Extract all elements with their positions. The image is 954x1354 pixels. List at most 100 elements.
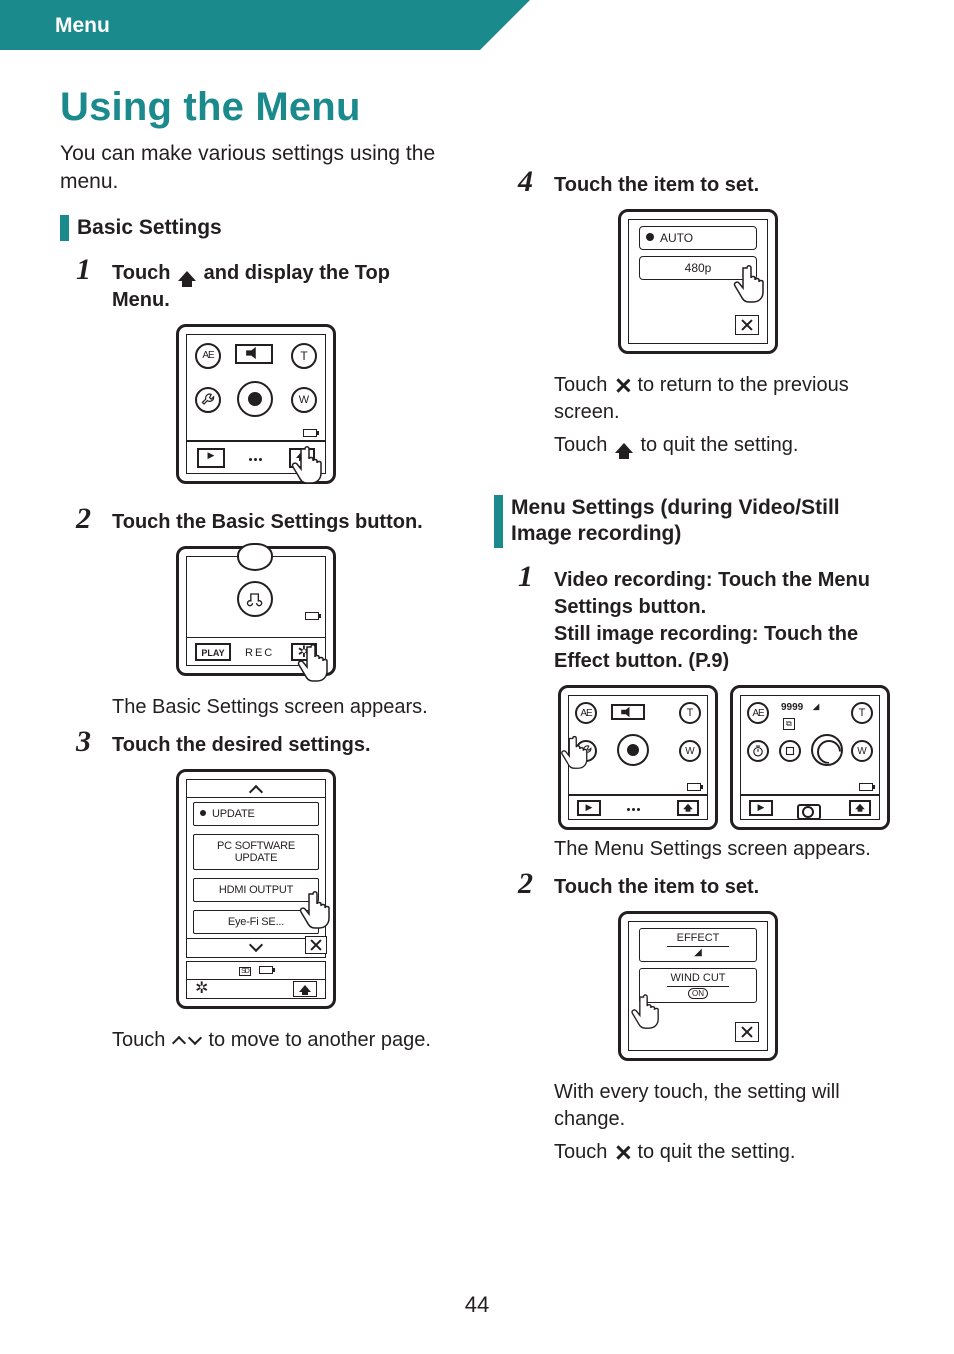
- status-bar: [187, 962, 325, 980]
- ae-icon: AE: [575, 702, 597, 724]
- battery-icon: [303, 429, 317, 437]
- on-badge: ON: [688, 988, 708, 999]
- list-item: Eye-Fi SE...: [193, 910, 319, 934]
- record-ring-icon: [237, 381, 273, 417]
- home-icon: [178, 271, 196, 281]
- close-button: [305, 936, 327, 954]
- close-icon: [615, 1145, 630, 1160]
- camera-icon: [797, 802, 817, 816]
- figure-dual-cam-frames: AE T W AE: [554, 685, 894, 830]
- figure-top-menu: AE T W: [60, 324, 452, 484]
- step4-note2: Touch to quit the setting.: [554, 432, 894, 459]
- section-basic-settings: Basic Settings: [60, 215, 452, 241]
- menu-step2-note1: With every touch, the setting will chang…: [554, 1079, 894, 1133]
- step-number: 1: [76, 253, 98, 287]
- home-bottom-icon: [293, 981, 317, 997]
- step-number: 4: [518, 165, 540, 199]
- step3-note: Touch to move to another page.: [112, 1027, 452, 1054]
- ae-icon: AE: [195, 343, 221, 369]
- home-icon: [615, 443, 633, 453]
- dots-icon: [249, 458, 262, 461]
- battery-icon: [259, 966, 273, 974]
- page-number: 44: [0, 1292, 954, 1318]
- dots-icon: [627, 808, 640, 811]
- list-item: UPDATE: [193, 802, 319, 826]
- video-frame: AE T W: [558, 685, 718, 830]
- record-ring-icon: [617, 734, 649, 766]
- header-tab: Menu: [0, 0, 480, 50]
- page-title: Using the Menu: [60, 85, 452, 130]
- chevron-up-icon: [172, 1033, 186, 1047]
- step-text: Touch the desired settings.: [112, 732, 452, 759]
- basic-step-3: 3 Touch the desired settings.: [76, 725, 452, 759]
- wrench-icon: [575, 740, 597, 762]
- section-menu-settings: Menu Settings (during Video/Still Image …: [494, 495, 894, 548]
- header-title: Menu: [55, 14, 110, 37]
- step-text: Touch the Basic Settings button.: [112, 509, 452, 536]
- step-text-prefix: Touch: [112, 262, 176, 284]
- ae-icon: AE: [747, 702, 769, 724]
- zoom-w-icon: W: [851, 740, 873, 762]
- speaker-icon: [235, 344, 273, 364]
- camera-ring-icon: [237, 543, 273, 571]
- zoom-t-icon: T: [679, 702, 701, 724]
- home-bottom-icon: [677, 800, 699, 816]
- close-button: [735, 1022, 759, 1042]
- play-button: PLAY: [195, 643, 231, 661]
- close-icon: [615, 378, 630, 393]
- scroll-up-button: [187, 780, 325, 799]
- list-item: AUTO: [639, 226, 757, 250]
- home-bottom-icon: [849, 800, 871, 816]
- step4-note1: Touch to return to the previous screen.: [554, 372, 894, 426]
- gear-icon: [195, 980, 208, 998]
- menu-step-2: 2 Touch the item to set.: [518, 867, 894, 901]
- step-text: Touch the item to set.: [554, 874, 894, 901]
- step-number: 2: [518, 867, 540, 901]
- intro-text: You can make various settings using the …: [60, 140, 452, 197]
- speaker-icon: [611, 704, 645, 720]
- still-frame: AE 9999 ◢ T ⧉ W: [730, 685, 890, 830]
- figure-settings-list: UPDATE PC SOFTWARE UPDATE HDMI OUTPUT Ey…: [60, 769, 452, 1009]
- step-number: 3: [76, 725, 98, 759]
- battery-icon: [859, 783, 873, 791]
- step-number: 1: [518, 560, 540, 594]
- list-item: WIND CUT ON: [639, 968, 757, 1003]
- basic-step-2: 2 Touch the Basic Settings button.: [76, 502, 452, 536]
- list-item: HDMI OUTPUT: [193, 878, 319, 902]
- basic-step-1: 1 Touch and display the Top Menu.: [76, 253, 452, 314]
- close-button: [735, 315, 759, 335]
- effect-icon: [779, 740, 801, 762]
- rec-label: REC: [245, 647, 274, 659]
- timer-icon: [747, 740, 769, 762]
- sd-icon: ◢: [813, 702, 819, 711]
- step-number: 2: [76, 502, 98, 536]
- basic-step-4: 4 Touch the item to set.: [518, 165, 894, 199]
- home-bottom-icon: [289, 448, 315, 468]
- list-item: PC SOFTWARE UPDATE: [193, 834, 319, 870]
- zoom-w-icon: W: [679, 740, 701, 762]
- sd-icon: [239, 965, 251, 976]
- zoom-t-icon: T: [851, 702, 873, 724]
- playback-bottom-icon: [197, 448, 225, 468]
- menu-step1-note: The Menu Settings screen appears.: [554, 836, 894, 863]
- chevron-down-icon: [188, 1033, 202, 1047]
- menu-step-1: 1 Video recording: Touch the Menu Settin…: [518, 560, 894, 675]
- figure-basic-settings-button: PLAY REC: [60, 546, 452, 676]
- battery-icon: [305, 612, 319, 620]
- battery-icon: [687, 783, 701, 791]
- figure-item-set: AUTO 480p: [502, 209, 894, 354]
- gear-button: [291, 643, 317, 661]
- playback-bottom-icon: [749, 800, 773, 816]
- wrench-icon: [195, 387, 221, 413]
- zoom-w-icon: W: [291, 387, 317, 413]
- step-text: Video recording: Touch the Menu Settings…: [554, 567, 894, 675]
- counter-9999: 9999: [781, 702, 803, 713]
- figure-effect-list: EFFECT ◢ WIND CUT ON: [502, 911, 894, 1061]
- music-icon: [237, 581, 273, 617]
- shutter-icon: [811, 734, 843, 766]
- step-text: Touch the item to set.: [554, 172, 894, 199]
- menu-step2-note2: Touch to quit the setting.: [554, 1139, 894, 1166]
- size-icon: ⧉: [783, 718, 795, 730]
- zoom-t-icon: T: [291, 343, 317, 369]
- list-item: 480p: [639, 256, 757, 280]
